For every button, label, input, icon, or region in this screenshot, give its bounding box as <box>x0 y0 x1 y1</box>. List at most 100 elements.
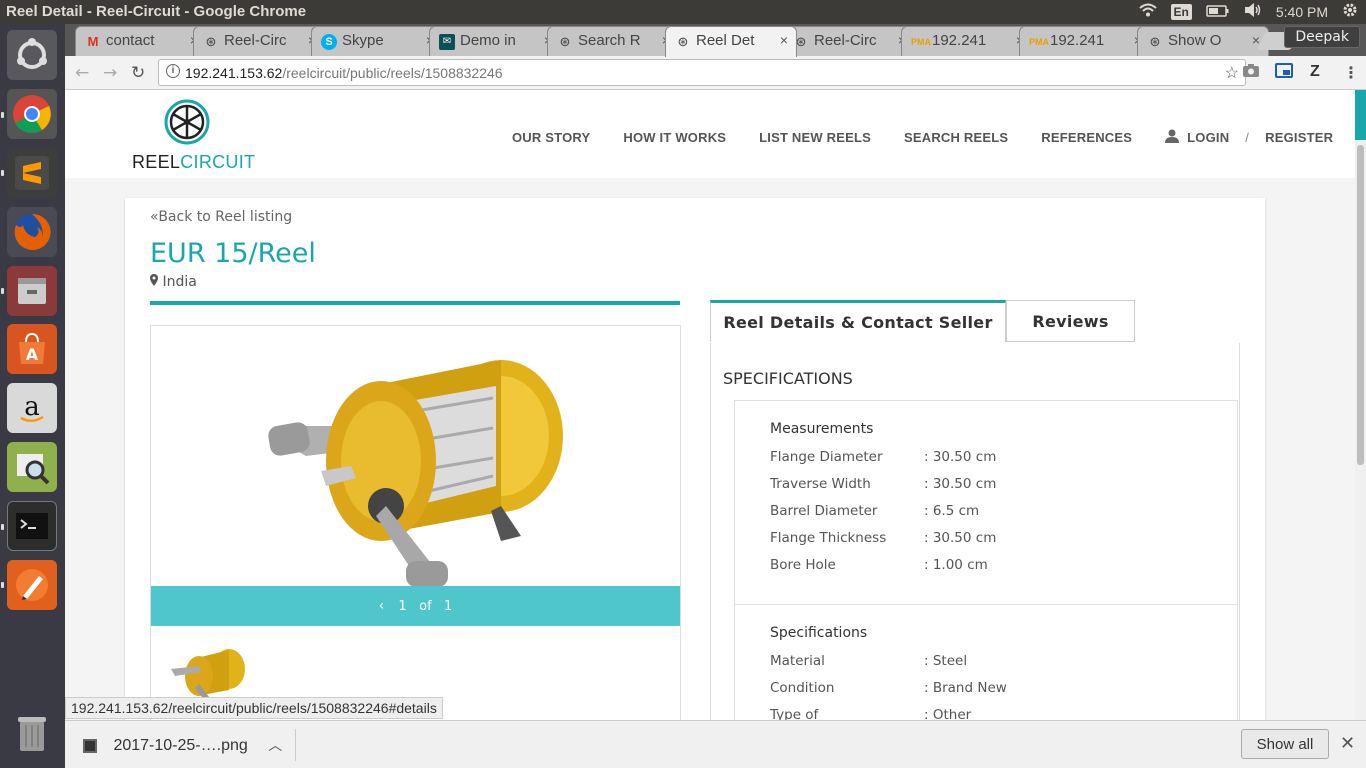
tab-pma-1[interactable]: PMA 192.241 × <box>901 26 1033 56</box>
spec-row: Material: Steel <box>770 653 1237 680</box>
spec-value: : 30.50 cm <box>924 449 997 465</box>
spec-value: : 30.50 cm <box>924 476 997 492</box>
measurements-group: Measurements Flange Diameter: 30.50 cm T… <box>735 401 1237 605</box>
zotero-icon[interactable]: Z <box>1310 63 1320 81</box>
forward-arrow-icon[interactable]: → <box>103 63 117 83</box>
tab-demo[interactable]: ✉ Demo in × <box>429 26 561 56</box>
map-marker-icon <box>150 274 162 290</box>
address-bar[interactable]: i 192.241.153.62/reelcircuit/public/reel… <box>158 59 1246 86</box>
chevron-up-icon[interactable]: ︿ <box>268 737 282 753</box>
nav-how-it-works[interactable]: HOW IT WORKS <box>623 130 726 148</box>
terminal-icon[interactable] <box>7 501 57 551</box>
location-label: India <box>162 274 197 290</box>
nav-register[interactable]: REGISTER <box>1265 130 1333 148</box>
more-menu-icon[interactable]: ⋮ <box>1343 63 1359 82</box>
scrollbar-thumb[interactable] <box>1357 145 1364 465</box>
specifications-subheading: Specifications <box>770 625 868 641</box>
nav-references[interactable]: REFERENCES <box>1041 130 1132 148</box>
page-scrollbar[interactable] <box>1355 90 1366 720</box>
chrome-icon[interactable] <box>7 89 57 139</box>
chevron-left-icon[interactable]: ‹ <box>379 598 385 614</box>
logo-wordmark[interactable]: REELCIRCUIT <box>132 152 255 173</box>
tab-label: Reel Det <box>696 32 755 49</box>
close-download-bar-icon[interactable]: ✕ <box>1340 733 1355 754</box>
amazon-icon[interactable]: a <box>7 383 57 433</box>
tab-contact[interactable]: M contact × <box>75 26 207 56</box>
file-icon <box>83 738 97 753</box>
skype-icon: S <box>321 34 337 50</box>
nav-search-reels[interactable]: SEARCH REELS <box>904 130 1008 148</box>
spec-value: : Brand New <box>924 680 1007 696</box>
bookmark-star-icon[interactable]: ☆ <box>1225 63 1239 83</box>
profile-button[interactable]: Deepak <box>1284 26 1360 48</box>
reelcircuit-logo-icon[interactable] <box>163 98 211 150</box>
tab-reel-detail[interactable]: ⊛ Reel Det × <box>665 26 797 57</box>
tab-pma-2[interactable]: PMA 192.241 × <box>1019 26 1151 56</box>
nav-our-story[interactable]: OUR STORY <box>512 130 590 148</box>
tab-label: 192.241 <box>932 32 987 49</box>
tab-skype[interactable]: S Skype × <box>311 26 443 56</box>
show-all-downloads-button[interactable]: Show all <box>1241 729 1329 759</box>
download-item[interactable]: 2017-10-25-….png ︿ <box>83 735 282 755</box>
tab-reviews[interactable]: Reviews <box>1006 300 1135 342</box>
firefox-icon[interactable] <box>7 207 57 257</box>
clock[interactable]: 5:40 PM <box>1276 4 1328 20</box>
system-top-bar: Reel Detail - Reel-Circuit - Google Chro… <box>0 0 1366 24</box>
browser-toolbar: ← → ↻ i 192.241.153.62/reelcircuit/publi… <box>65 56 1366 90</box>
spec-value: : Other <box>924 707 972 720</box>
close-icon[interactable]: × <box>780 32 788 48</box>
volume-icon[interactable] <box>1244 3 1262 20</box>
url-path: /reelcircuit/public/reels/1508832246 <box>282 65 503 81</box>
url-host: 192.241.153.62 <box>185 65 283 81</box>
unity-launcher: A a <box>0 24 65 768</box>
spec-key: Barrel Diameter <box>770 503 878 519</box>
spec-key: Type of <box>770 707 819 720</box>
nav-list-new-reels[interactable]: LIST NEW REELS <box>759 130 871 148</box>
tab-label: Skype <box>342 32 384 49</box>
pager-of: of <box>419 599 432 614</box>
camera-icon[interactable] <box>1242 63 1260 82</box>
spec-key: Flange Diameter <box>770 449 883 465</box>
pencil-app-icon[interactable] <box>7 560 57 610</box>
spec-box: Measurements Flange Diameter: 30.50 cm T… <box>734 400 1238 720</box>
spec-value: : Steel <box>924 653 968 669</box>
battery-icon[interactable] <box>1206 4 1230 20</box>
spec-row: Traverse Width: 30.50 cm <box>770 476 1237 503</box>
spec-key: Bore Hole <box>770 557 836 573</box>
software-center-icon[interactable]: A <box>7 324 57 374</box>
nav-login[interactable]: LOGIN <box>1187 130 1229 148</box>
back-arrow-icon[interactable]: ← <box>75 63 89 83</box>
running-indicator <box>1 170 4 176</box>
tab-label: Demo in <box>460 32 516 49</box>
tab-search[interactable]: ⊛ Search R × <box>547 26 679 56</box>
wheel-icon: ⊛ <box>1149 34 1161 49</box>
running-indicator <box>1 524 4 530</box>
image-viewer-icon[interactable] <box>7 442 57 492</box>
keyboard-language-indicator[interactable]: En <box>1170 3 1192 20</box>
tab-reel-details[interactable]: Reel Details & Contact Seller <box>710 300 1006 342</box>
reload-icon[interactable]: ↻ <box>131 63 145 83</box>
wifi-icon[interactable] <box>1138 3 1157 20</box>
details-panel: SPECIFICATIONS Measurements Flange Diame… <box>710 343 1240 720</box>
logo-text-reel: REEL <box>132 152 181 172</box>
back-link[interactable]: «Back to Reel listing <box>150 209 292 225</box>
wheel-icon: ⊛ <box>559 34 571 49</box>
ubuntu-dash-icon[interactable] <box>7 30 57 80</box>
reel-image[interactable] <box>261 346 571 590</box>
spec-value: : 6.5 cm <box>924 503 980 519</box>
specifications-group: Specifications Material: Steel Condition… <box>735 605 1237 720</box>
sublime-text-icon[interactable] <box>7 148 57 198</box>
files-icon[interactable] <box>7 266 57 316</box>
main-navigation: OUR STORY HOW IT WORKS LIST NEW REELS SE… <box>512 129 1333 148</box>
cast-icon[interactable] <box>1275 63 1293 83</box>
tab-label: Reel-Circ <box>814 32 877 49</box>
tab-reel-circuit-2[interactable]: ⊛ Reel-Circ × <box>783 26 915 56</box>
tab-show[interactable]: ⊛ Show O × <box>1137 26 1269 56</box>
specifications-heading: SPECIFICATIONS <box>723 369 853 388</box>
info-icon[interactable]: i <box>166 64 180 78</box>
trash-icon[interactable] <box>7 708 57 758</box>
gear-icon[interactable] <box>1342 2 1358 21</box>
tab-reel-circuit[interactable]: ⊛ Reel-Circ × <box>193 26 325 56</box>
browser-tab-strip: M contact × ⊛ Reel-Circ × S Skype × ✉ De… <box>65 24 1366 57</box>
svg-text:a: a <box>24 392 40 422</box>
